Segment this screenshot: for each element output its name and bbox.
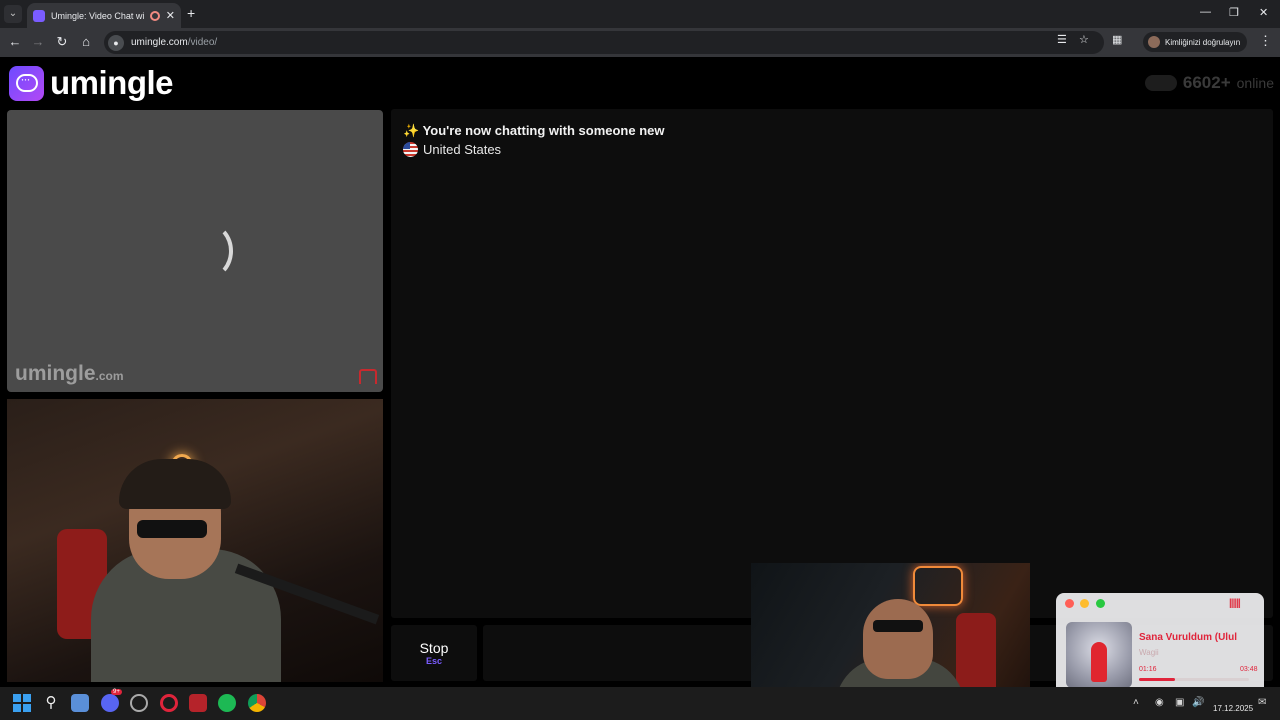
address-bar[interactable]: ● umingle.com/video/	[104, 31, 1104, 54]
profile-label: Kimliğinizi doğrulayın	[1165, 37, 1241, 47]
browser-tab[interactable]: Umingle: Video Chat with S ✕	[27, 3, 181, 28]
stop-button[interactable]: Stop Esc	[391, 625, 477, 681]
music-player-widget: |||||| Sana Vuruldum (Ulul Wagii 01:16 0…	[1056, 593, 1264, 702]
search-icon[interactable]: ⚲	[42, 694, 60, 712]
stranger-video: umingle.com	[7, 110, 383, 392]
song-title: Sana Vuruldum (Ulul	[1139, 632, 1237, 643]
neon-mascot-sign	[913, 566, 963, 606]
loading-spinner-icon	[185, 223, 233, 279]
opera-icon[interactable]	[160, 694, 178, 712]
site-info-icon[interactable]: ●	[108, 34, 124, 51]
close-tab-icon[interactable]: ✕	[166, 9, 175, 22]
stop-shortcut-hint: Esc	[425, 656, 442, 666]
forward-icon[interactable]: →	[30, 34, 46, 50]
back-icon[interactable]: ←	[7, 34, 23, 50]
person-glasses	[873, 620, 923, 632]
chat-status: ✨ You're now chatting with someone new	[403, 123, 665, 139]
song-artist: Wagii	[1139, 648, 1159, 657]
self-video	[7, 399, 383, 682]
online-indicator: 6602+ online	[1144, 73, 1274, 93]
time-total: 03:48	[1240, 666, 1258, 673]
person-glasses	[137, 520, 207, 538]
notifications-icon[interactable]: ✉	[1258, 697, 1266, 708]
time-elapsed: 01:16	[1139, 666, 1157, 673]
app-icon[interactable]	[71, 694, 89, 712]
tab-search-icon[interactable]: ⌄	[4, 5, 22, 23]
network-icon[interactable]: ▣	[1175, 697, 1184, 708]
chat-status-text: You're now chatting with someone new	[422, 123, 665, 138]
extensions-icon[interactable]: ▦	[1112, 33, 1122, 46]
browser-menu-icon[interactable]: ⋮	[1259, 33, 1272, 49]
discord-badge: 9+	[111, 689, 122, 695]
online-label: online	[1236, 75, 1274, 91]
watermark-tld: .com	[95, 369, 124, 383]
maximize-dot-icon[interactable]	[1096, 599, 1105, 608]
close-window-icon[interactable]: ✕	[1259, 6, 1268, 19]
volume-icon[interactable]: 🔊	[1192, 697, 1204, 708]
umingle-logo[interactable]: umingle	[9, 64, 174, 102]
song-progress-fill	[1139, 678, 1176, 681]
discord-icon[interactable]: 9+	[101, 689, 122, 712]
minimize-dot-icon[interactable]	[1080, 599, 1089, 608]
logo-text: umingle	[50, 64, 174, 101]
song-progress-bar[interactable]	[1139, 678, 1249, 681]
restore-icon[interactable]: ❐	[1229, 6, 1239, 19]
sparkles-icon: ✨	[403, 123, 420, 138]
close-dot-icon[interactable]	[1065, 599, 1074, 608]
chat-panel: ✨ You're now chatting with someone new U…	[391, 109, 1273, 618]
tray-chevron-icon[interactable]: ˄	[1133, 697, 1139, 708]
tab-title: Umingle: Video Chat with S	[51, 10, 144, 21]
equalizer-icon: ||||||	[1229, 598, 1241, 609]
stop-label: Stop	[419, 640, 449, 656]
spotify-icon[interactable]	[218, 694, 236, 712]
video-watermark: umingle.com	[15, 362, 124, 386]
person-cap	[119, 459, 231, 509]
media-icon[interactable]	[189, 694, 207, 712]
clock-app-icon[interactable]	[130, 694, 148, 712]
album-art	[1066, 622, 1132, 688]
url-path: /video/	[187, 37, 218, 48]
chat-country: United States	[403, 142, 501, 157]
home-icon[interactable]: ⌂	[78, 34, 94, 50]
translate-icon[interactable]: ☰	[1057, 33, 1067, 46]
online-count: 6602+	[1182, 73, 1231, 92]
bookmark-star-icon[interactable]: ☆	[1079, 33, 1089, 46]
person-head	[863, 599, 933, 679]
country-name: United States	[423, 142, 502, 157]
chrome-icon[interactable]	[248, 694, 266, 712]
browser-tab-bar: ⌄ Umingle: Video Chat with S ✕ + — ❐ ✕	[0, 0, 1280, 28]
new-tab-button[interactable]: +	[187, 5, 195, 21]
windows-taskbar: ⚲ 9+ ˄ ◉ ▣ 🔊 17.12.2025 ✉	[0, 687, 1280, 720]
browser-toolbar: ← → ↻ ⌂ ● umingle.com/video/ ☰ ☆ ▦ Kimli…	[0, 28, 1280, 57]
us-flag-icon	[403, 142, 418, 157]
watermark-text: umingle	[15, 362, 96, 385]
report-flag-icon[interactable]	[359, 369, 377, 384]
chat-bubble-logo-icon	[9, 65, 44, 101]
url-host: umingle.com	[131, 37, 188, 48]
umingle-favicon-icon	[33, 9, 45, 22]
start-icon[interactable]	[13, 694, 31, 712]
tray-app-icon[interactable]: ◉	[1155, 697, 1164, 708]
reload-icon[interactable]: ↻	[54, 34, 70, 50]
taskbar-date: 17.12.2025	[1213, 704, 1254, 713]
minimize-icon[interactable]: —	[1200, 6, 1211, 18]
online-toggle[interactable]	[1144, 75, 1177, 91]
profile-button[interactable]: Kimliğinizi doğrulayın	[1143, 32, 1248, 52]
recording-indicator-icon	[149, 10, 160, 21]
avatar	[1148, 36, 1160, 48]
